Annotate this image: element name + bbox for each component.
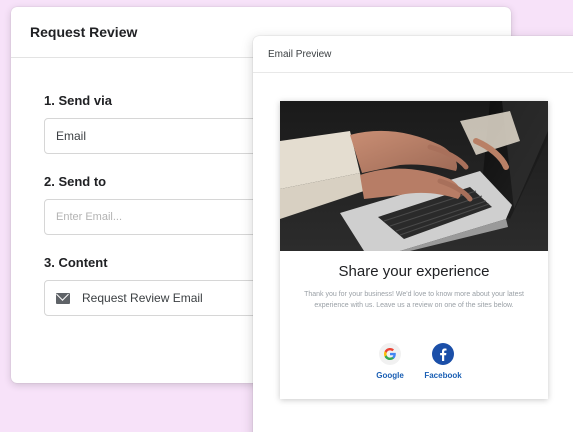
send-to-label: 2. Send to: [44, 174, 107, 189]
email-template: Share your experience Thank you for your…: [280, 101, 548, 399]
google-review-link[interactable]: Google: [360, 343, 420, 380]
google-icon: [379, 343, 401, 365]
facebook-icon: [432, 343, 454, 365]
mail-icon: [56, 292, 70, 304]
send-via-value: Email: [56, 129, 87, 143]
email-preview-panel: Email Preview Share your experience Than…: [253, 36, 573, 432]
email-body-text: Thank you for your business! We'd love t…: [304, 291, 524, 309]
email-preview-title: Email Preview: [268, 48, 332, 60]
facebook-label: Facebook: [424, 371, 462, 380]
laptop-typing-illustration: [280, 101, 548, 251]
request-review-title: Request Review: [30, 24, 138, 40]
hero-image: [280, 101, 548, 251]
email-heading: Share your experience: [338, 263, 490, 280]
email-preview-header: Email Preview: [253, 36, 573, 73]
content-label: 3. Content: [44, 255, 108, 270]
send-via-label: 1. Send via: [44, 93, 112, 108]
google-label: Google: [376, 371, 404, 380]
facebook-review-link[interactable]: Facebook: [413, 343, 473, 380]
content-value: Request Review Email: [82, 291, 203, 305]
